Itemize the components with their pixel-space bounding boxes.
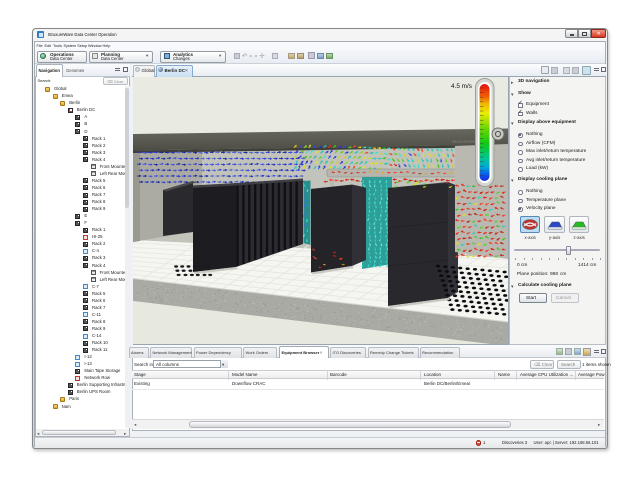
svg-text:4.5 m/s: 4.5 m/s [451,83,472,90]
